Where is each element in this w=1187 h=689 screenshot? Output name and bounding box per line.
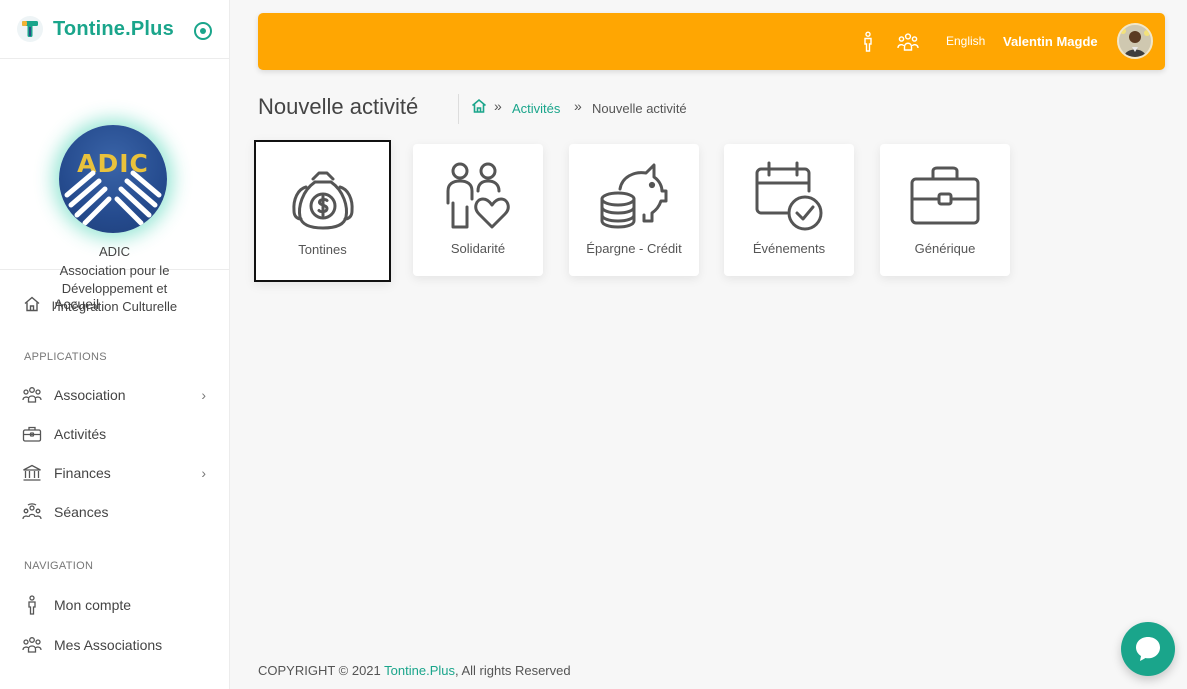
brand-name[interactable]: Tontine.Plus: [53, 18, 174, 41]
sidebar: Tontine.Plus ADIC ADIC Association pour …: [0, 0, 230, 689]
chat-bubble-icon: [1136, 637, 1160, 661]
sidebar-item-label: Séances: [54, 504, 109, 520]
sidebar-item-mon-compte[interactable]: Mon compte: [0, 587, 230, 623]
meeting-icon: [22, 502, 42, 522]
sidebar-item-mes-associations[interactable]: Mes Associations: [0, 627, 230, 663]
nav-section-applications: APPLICATIONS: [24, 351, 107, 363]
sidebar-item-seances[interactable]: Séances: [0, 494, 230, 530]
sidebar-item-label: Accueil: [54, 296, 100, 312]
chevron-right-icon: ›: [201, 387, 206, 403]
sidebar-item-label: Mes Associations: [54, 637, 163, 653]
activity-card-label: Événements: [752, 241, 826, 256]
top-header: English Valentin Magde: [258, 13, 1165, 70]
activity-card-solidarite[interactable]: Solidarité: [413, 144, 543, 276]
organization-short-name: ADIC: [98, 244, 131, 259]
chevron-right-icon: ›: [201, 465, 206, 481]
user-avatar[interactable]: [1117, 23, 1153, 59]
home-icon[interactable]: [471, 98, 487, 114]
sidebar-item-finances[interactable]: Finances ›: [0, 455, 230, 491]
sidebar-item-home[interactable]: Accueil: [0, 286, 230, 322]
activity-card-tontines[interactable]: Tontines: [254, 140, 391, 282]
title-divider: [458, 94, 459, 124]
activity-card-label: Générique: [914, 241, 976, 256]
activity-card-evenements[interactable]: Événements: [724, 144, 854, 276]
bank-icon: [22, 463, 42, 483]
sidebar-toggle-icon[interactable]: [194, 22, 212, 40]
organization-panel: ADIC ADIC Association pour le Développem…: [0, 59, 229, 314]
chat-button[interactable]: [1121, 622, 1175, 676]
hands-icon: [64, 170, 162, 226]
user-name[interactable]: Valentin Magde: [1003, 34, 1098, 49]
copyright-text: COPYRIGHT © 2021: [258, 663, 385, 678]
group-icon: [22, 385, 42, 405]
breadcrumb-separator: »: [494, 98, 502, 114]
language-switch[interactable]: English: [946, 34, 985, 48]
group-icon[interactable]: [897, 31, 919, 53]
activity-card-label: Solidarité: [450, 241, 506, 256]
breadcrumb-separator: »: [574, 98, 582, 114]
copyright-suffix: , All rights Reserved: [454, 663, 571, 678]
breadcrumb-current: Nouvelle activité: [592, 101, 687, 116]
toolbox-icon: [880, 162, 1010, 230]
calendar-check-icon: [724, 161, 854, 231]
activity-card-label: Tontines: [298, 242, 347, 257]
home-icon: [22, 294, 42, 314]
piggy-bank-coins-icon: [569, 162, 699, 230]
brand-bar: Tontine.Plus: [0, 0, 229, 59]
page-title: Nouvelle activité: [258, 94, 419, 119]
briefcase-icon: [22, 424, 42, 444]
person-icon[interactable]: [857, 31, 879, 53]
activity-card-epargne-credit[interactable]: Épargne - Crédit: [569, 144, 699, 276]
footer: COPYRIGHT © 2021 Tontine.Plus, All right…: [258, 663, 571, 678]
activity-card-generique[interactable]: Générique: [880, 144, 1010, 276]
sidebar-item-label: Association: [54, 387, 126, 403]
breadcrumb-activites[interactable]: Activités: [512, 101, 560, 116]
person-icon: [22, 595, 42, 615]
nav-section-navigation: NAVIGATION: [24, 560, 94, 572]
sidebar-item-association[interactable]: Association ›: [0, 377, 230, 413]
money-bag-icon: [256, 166, 389, 234]
footer-brand-link[interactable]: Tontine.Plus: [384, 663, 455, 678]
sidebar-item-activites[interactable]: Activités: [0, 416, 230, 452]
organization-logo: ADIC: [59, 125, 167, 233]
activity-card-label: Épargne - Crédit: [586, 241, 682, 256]
sidebar-item-label: Activités: [54, 426, 107, 442]
sidebar-item-label: Finances: [54, 465, 111, 481]
sidebar-item-label: Mon compte: [54, 597, 132, 613]
people-heart-icon: [413, 162, 543, 230]
group-icon: [22, 635, 42, 655]
brand-logo-icon[interactable]: [17, 16, 43, 42]
